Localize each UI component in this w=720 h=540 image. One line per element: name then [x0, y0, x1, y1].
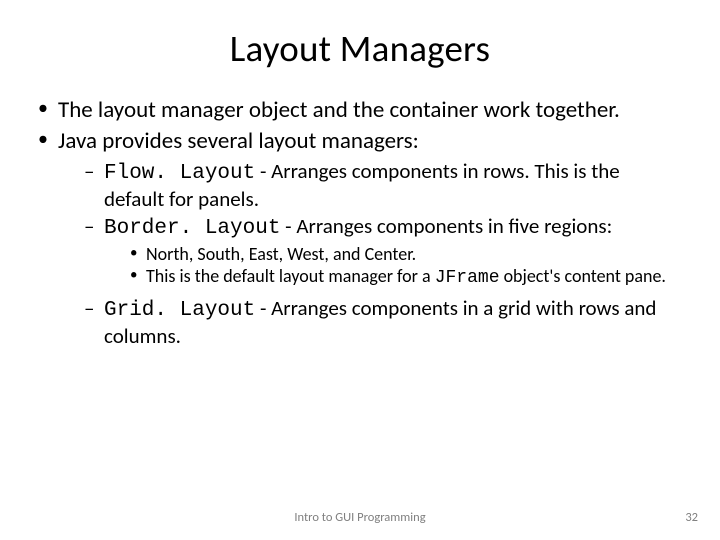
code-text: Border. Layout [104, 217, 280, 240]
sub-item-borderlayout: Border. Layout - Arranges components in … [84, 214, 684, 290]
sub-sub-item: North, South, East, West, and Center. [130, 244, 684, 266]
code-text: Grid. Layout [104, 299, 255, 322]
bullet-text: - Arranges components in five regions: [280, 213, 612, 239]
code-text: JFrame [435, 268, 500, 288]
footer-text: Intro to GUI Programming [0, 510, 720, 525]
sub-sub-item: This is the default layout manager for a… [130, 266, 684, 290]
bullet-text: This is the default layout manager for a [146, 265, 435, 287]
sub-sub-list: North, South, East, West, and Center. Th… [104, 244, 684, 290]
slide-title: Layout Managers [36, 26, 684, 71]
bullet-text: Java provides several layout managers: [58, 127, 419, 155]
bullet-item: The layout manager object and the contai… [36, 97, 684, 124]
sub-item-gridlayout: Grid. Layout - Arranges components in a … [84, 296, 684, 349]
slide: Layout Managers The layout manager objec… [0, 0, 720, 540]
bullet-item: Java provides several layout managers: F… [36, 128, 684, 348]
page-number: 32 [685, 510, 698, 525]
bullet-text: object's content pane. [500, 265, 666, 287]
sub-list: Flow. Layout - Arranges components in ro… [58, 159, 684, 348]
bullet-list: The layout manager object and the contai… [36, 97, 684, 348]
sub-item-flowlayout: Flow. Layout - Arranges components in ro… [84, 159, 684, 212]
code-text: Flow. Layout [104, 162, 255, 185]
